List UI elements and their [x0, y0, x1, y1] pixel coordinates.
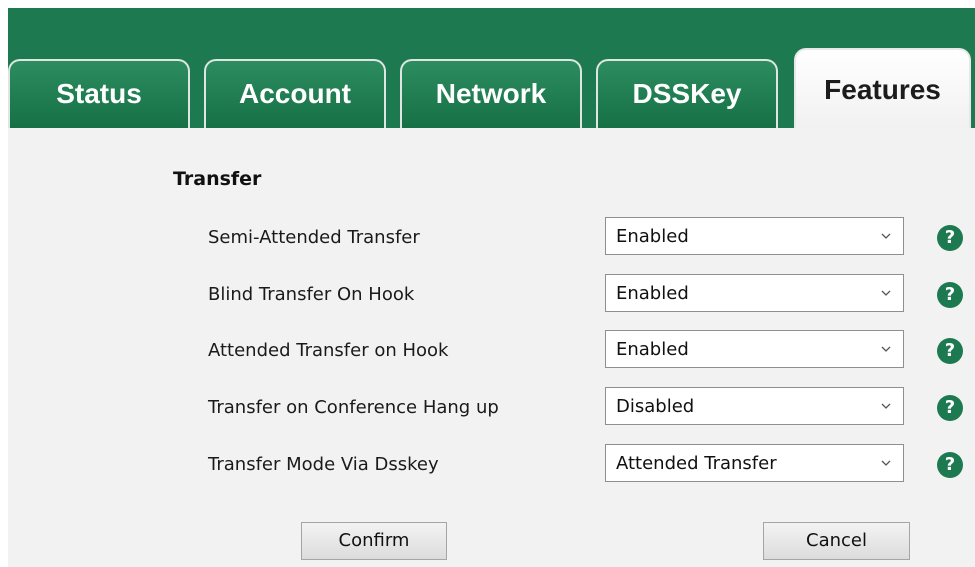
section-title: Transfer — [173, 168, 262, 190]
cancel-button[interactable]: Cancel — [763, 522, 910, 560]
select-value: Enabled — [616, 283, 689, 304]
transfer-on-conference-hang-up-select[interactable]: Disabled — [605, 387, 904, 425]
setting-label-attended-transfer-on-hook: Attended Transfer on Hook — [208, 340, 449, 361]
help-icon[interactable]: ? — [937, 282, 963, 308]
chevron-down-icon — [881, 346, 891, 352]
setting-label-semi-attended-transfer: Semi-Attended Transfer — [208, 227, 420, 248]
confirm-button[interactable]: Confirm — [301, 522, 447, 560]
setting-label-transfer-on-conference-hang-up: Transfer on Conference Hang up — [208, 397, 499, 418]
select-value: Attended Transfer — [616, 453, 777, 474]
tab-status[interactable]: Status — [8, 59, 190, 128]
tab-network[interactable]: Network — [400, 59, 582, 128]
help-icon[interactable]: ? — [937, 452, 963, 478]
help-icon[interactable]: ? — [937, 338, 963, 364]
semi-attended-transfer-select[interactable]: Enabled — [605, 217, 904, 255]
tab-dsskey[interactable]: DSSKey — [596, 59, 778, 128]
chevron-down-icon — [881, 233, 891, 239]
attended-transfer-on-hook-select[interactable]: Enabled — [605, 330, 904, 368]
transfer-mode-via-dsskey-select[interactable]: Attended Transfer — [605, 444, 904, 482]
select-value: Enabled — [616, 339, 689, 360]
setting-label-blind-transfer-on-hook: Blind Transfer On Hook — [208, 284, 415, 305]
help-icon[interactable]: ? — [937, 225, 963, 251]
chevron-down-icon — [881, 403, 891, 409]
select-value: Enabled — [616, 226, 689, 247]
setting-label-transfer-mode-via-dsskey: Transfer Mode Via Dsskey — [208, 454, 439, 475]
help-icon[interactable]: ? — [937, 395, 963, 421]
chevron-down-icon — [881, 290, 891, 296]
tab-account[interactable]: Account — [204, 59, 386, 128]
blind-transfer-on-hook-select[interactable]: Enabled — [605, 274, 904, 312]
chevron-down-icon — [881, 460, 891, 466]
tab-features[interactable]: Features — [794, 48, 971, 128]
select-value: Disabled — [616, 396, 695, 417]
